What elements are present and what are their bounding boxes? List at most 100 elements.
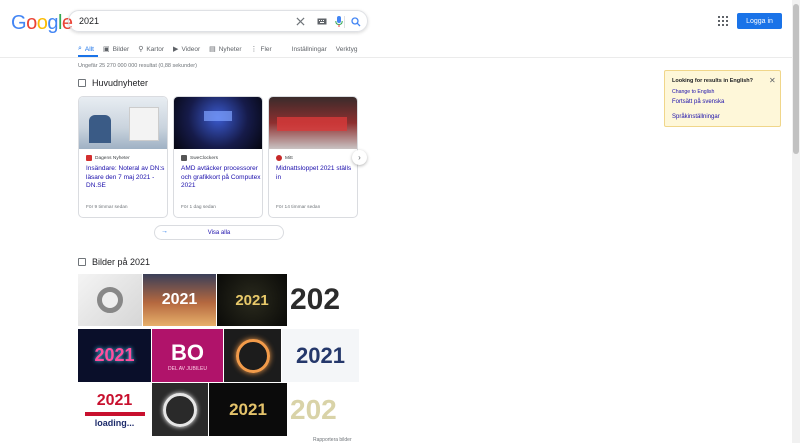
source-name: Mitt	[285, 155, 293, 161]
loading-bar	[84, 411, 145, 416]
image-text: 2021	[229, 399, 267, 419]
image-result[interactable]: 2021	[209, 383, 287, 436]
tab-tools[interactable]: Verktyg	[336, 43, 358, 55]
search-input[interactable]: 2021	[79, 16, 99, 26]
image-icon: ▣	[102, 46, 110, 53]
search-box[interactable]: 2021	[68, 10, 368, 32]
video-icon: ▶	[173, 46, 179, 53]
keyboard-icon[interactable]	[315, 15, 328, 28]
login-button[interactable]: Logga in	[737, 13, 782, 29]
news-card[interactable]: Mitt Midnattsloppet 2021 ställs in För 1…	[268, 96, 358, 218]
tab-maps[interactable]: ⚲ Kartor	[138, 43, 164, 55]
tab-label: Inställningar	[291, 45, 327, 53]
image-result[interactable]: BO DEL AV JUBILEU	[152, 329, 223, 382]
image-result[interactable]: 2021 loading...	[78, 383, 151, 436]
news-age: För 1 dag sedan	[181, 205, 216, 210]
roll-graphic	[97, 287, 123, 313]
chevron-right-icon: ›	[358, 153, 361, 162]
image-subtext: DEL AV JUBILEU	[168, 365, 207, 372]
close-icon[interactable]: ✕	[769, 76, 776, 85]
image-result[interactable]: 2021	[143, 274, 216, 326]
news-icon: ▤	[209, 46, 216, 53]
clear-icon[interactable]	[294, 15, 307, 28]
arrow-right-icon: →	[161, 228, 168, 235]
image-result[interactable]: 202	[288, 383, 359, 436]
tab-label: Fler	[260, 45, 272, 53]
continue-swedish-link[interactable]: Fortsätt på svenska	[672, 99, 724, 105]
logo-letter: g	[47, 12, 58, 34]
image-result[interactable]: 2021	[217, 274, 287, 326]
image-text: BO	[171, 339, 204, 365]
tab-more[interactable]: ⋮ Fler	[251, 43, 272, 55]
image-result[interactable]: 2021	[78, 329, 151, 382]
section-title: Bilder på 2021	[92, 257, 151, 267]
tab-settings[interactable]: Inställningar	[292, 43, 327, 55]
apps-grid-icon[interactable]	[718, 16, 728, 26]
news-card[interactable]: SweClockers AMD avtäcker processorer och…	[173, 96, 263, 218]
search-icon[interactable]	[349, 15, 362, 28]
tab-label: Nyheter	[218, 45, 242, 53]
tab-news[interactable]: ▤ Nyheter	[209, 43, 241, 55]
section-title: Huvudnyheter	[92, 78, 149, 88]
scrollbar-thumb[interactable]	[793, 4, 799, 154]
image-text: 2021	[235, 291, 269, 309]
news-source: SweClockers	[181, 155, 218, 161]
section-title-news: Huvudnyheter	[78, 78, 148, 88]
eclipse-ring-graphic	[163, 392, 197, 427]
more-icon: ⋮	[250, 46, 258, 53]
news-thumbnail	[79, 97, 167, 149]
eclipse-ring-graphic	[235, 338, 270, 373]
news-headline[interactable]: AMD avtäcker processorer och grafikkort …	[181, 165, 261, 191]
news-card[interactable]: Dagens Nyheter Insändare: Noteral av DN:…	[78, 96, 168, 218]
logo-letter: o	[36, 12, 48, 34]
scrollbar[interactable]	[792, 0, 800, 443]
tab-label: Videor	[181, 45, 201, 53]
news-source: Mitt	[276, 155, 293, 161]
image-text: 202	[290, 283, 341, 316]
tab-label: Kartor	[146, 45, 165, 53]
map-pin-icon: ⚲	[138, 46, 144, 53]
news-headline[interactable]: Insändare: Noteral av DN:s läsare den 7 …	[86, 165, 166, 191]
report-images-link[interactable]: Rapportera bilder	[313, 437, 352, 443]
news-thumbnail	[174, 97, 262, 149]
news-headline[interactable]: Midnattsloppet 2021 ställs in	[276, 165, 356, 182]
news-age: För 14 timmar sedan	[276, 205, 321, 210]
source-favicon	[86, 155, 92, 161]
source-favicon	[181, 155, 187, 161]
news-thumbnail	[269, 97, 357, 149]
tab-videos[interactable]: ▶ Videor	[173, 43, 200, 55]
view-all-button[interactable]: → Visa alla	[154, 225, 284, 240]
image-result[interactable]: 202	[288, 274, 359, 326]
news-source: Dagens Nyheter	[86, 155, 130, 161]
image-text: 2021	[296, 342, 345, 368]
image-subtext: loading...	[94, 417, 135, 428]
image-result[interactable]	[78, 274, 142, 326]
tab-all[interactable]: ⌕ Allt	[78, 43, 94, 55]
change-language-link[interactable]: Change to English	[672, 89, 714, 95]
section-title-images: Bilder på 2021	[78, 257, 150, 267]
image-result[interactable]: 2021	[282, 329, 359, 382]
language-box-title: Looking for results in English?	[672, 78, 753, 84]
image-text: 2021	[94, 345, 135, 365]
image-result[interactable]	[152, 383, 208, 436]
tab-images[interactable]: ▣ Bilder	[103, 43, 129, 55]
logo-letter: G	[11, 12, 27, 34]
search-icon: ⌕	[78, 45, 82, 52]
google-logo[interactable]: Google	[11, 12, 73, 35]
image-text: 2021	[161, 291, 198, 308]
divider	[0, 57, 792, 58]
result-stats: Ungefär 25 270 000 000 resultat (0,88 se…	[78, 63, 197, 69]
image-result[interactable]	[224, 329, 281, 382]
image-text: 2021	[96, 391, 133, 409]
news-age: För 9 timmar sedan	[86, 205, 128, 210]
view-all-label: Visa alla	[207, 229, 231, 236]
divider	[344, 16, 345, 28]
next-arrow-button[interactable]: ›	[352, 150, 367, 165]
image-icon	[78, 258, 86, 266]
language-settings-link[interactable]: Språkinställningar	[672, 114, 720, 120]
source-favicon	[276, 155, 282, 161]
source-name: SweClockers	[190, 155, 218, 161]
source-name: Dagens Nyheter	[95, 155, 130, 161]
news-icon	[78, 79, 86, 87]
tab-label: Bilder	[112, 45, 130, 53]
